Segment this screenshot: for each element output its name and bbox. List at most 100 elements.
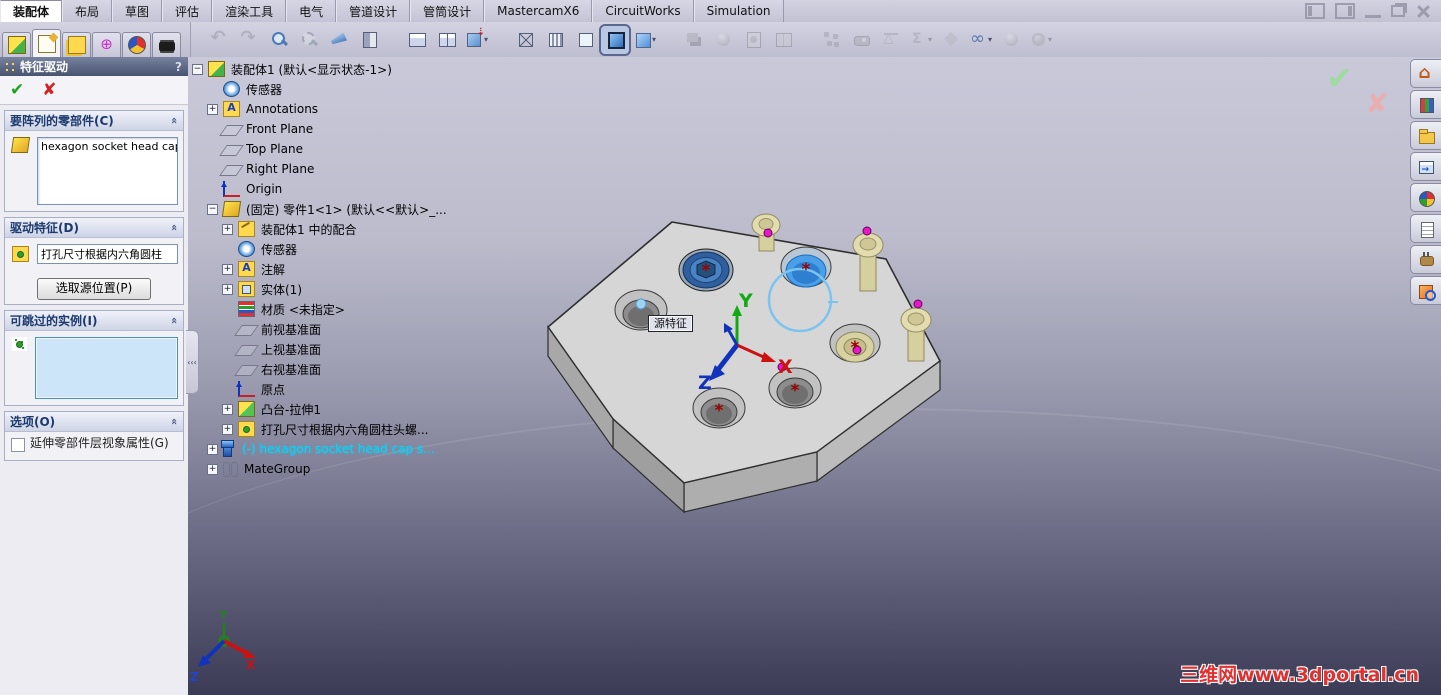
- cancel-button[interactable]: ✘: [42, 82, 56, 99]
- tree-item[interactable]: Origin: [192, 179, 522, 199]
- view-settings-button[interactable]: ▾: [967, 26, 995, 54]
- tree-item[interactable]: + MateGroup: [192, 459, 522, 479]
- tree-item[interactable]: 右视基准面: [192, 359, 522, 379]
- group-instances-caption[interactable]: 可跳过的实例(I) «: [5, 311, 183, 331]
- group-options-caption[interactable]: 选项(O) «: [5, 412, 183, 432]
- expander-plus-icon[interactable]: +: [222, 283, 233, 295]
- plate-body[interactable]: [546, 221, 942, 514]
- tree-item[interactable]: 传感器: [192, 239, 522, 259]
- task-pane-tab-assembly-visualization[interactable]: [1410, 276, 1441, 305]
- components-listbox[interactable]: hexagon socket head cap s: [37, 137, 178, 205]
- menu-tab-routing-pipe[interactable]: 管道设计: [336, 0, 411, 22]
- view-settings-dropdown-arrow[interactable]: ▾: [988, 35, 992, 44]
- panel-tab-featuremanager[interactable]: [2, 32, 31, 57]
- expander-plus-icon[interactable]: +: [207, 443, 218, 455]
- tree-item[interactable]: + 装配体1 中的配合: [192, 219, 522, 239]
- expander-minus-icon[interactable]: −: [192, 63, 203, 75]
- menu-tab-simulation[interactable]: Simulation: [693, 0, 784, 22]
- expander-minus-icon[interactable]: −: [207, 203, 218, 215]
- panel-tab-propertymanager[interactable]: [32, 29, 61, 57]
- task-pane-tab-circuitworks-pane[interactable]: [1410, 245, 1441, 274]
- expander-plus-icon[interactable]: +: [207, 463, 218, 475]
- tree-item[interactable]: + 注解: [192, 259, 522, 279]
- collapse-chevron-icon[interactable]: «: [168, 317, 181, 324]
- tree-item[interactable]: + Annotations: [192, 99, 522, 119]
- menu-tab-routing-tube[interactable]: 管筒设计: [410, 0, 485, 22]
- menu-tab-render-tools[interactable]: 渲染工具: [212, 0, 287, 22]
- tree-item[interactable]: + 实体(1): [192, 279, 522, 299]
- collapse-chevron-icon[interactable]: «: [168, 418, 181, 425]
- dock-left-button[interactable]: [1305, 3, 1325, 19]
- shadows-in-shaded-mode-button: [679, 26, 707, 54]
- viewport-single-button[interactable]: [403, 26, 431, 54]
- tree-item[interactable]: 前视基准面: [192, 319, 522, 339]
- panel-tab-displaymanager[interactable]: [122, 32, 151, 57]
- assembly-statistics-dropdown-arrow[interactable]: ▾: [928, 35, 932, 44]
- skip-instances-listbox[interactable]: [35, 337, 178, 399]
- shaded-dropdown-arrow[interactable]: ▾: [652, 35, 656, 44]
- wireframe-button[interactable]: [511, 26, 539, 54]
- collapse-chevron-icon[interactable]: «: [168, 224, 181, 231]
- tree-item[interactable]: 传感器: [192, 79, 522, 99]
- close-button[interactable]: [1415, 5, 1431, 17]
- menu-tab-evaluate[interactable]: 评估: [162, 0, 213, 22]
- tree-item[interactable]: − 装配体1 (默认<显示状态-1>): [192, 59, 522, 79]
- expander-plus-icon[interactable]: +: [222, 223, 233, 235]
- viewport-split-button[interactable]: [433, 26, 461, 54]
- menu-tab-layout[interactable]: 布局: [62, 0, 113, 22]
- render-options-dropdown-arrow[interactable]: ▾: [1048, 35, 1052, 44]
- tree-item-label: 装配体1 中的配合: [261, 222, 357, 237]
- group-components-caption[interactable]: 要阵列的零部件(C) «: [5, 111, 183, 131]
- dock-right-button[interactable]: [1335, 3, 1355, 19]
- help-icon[interactable]: ?: [175, 60, 184, 74]
- panel-tab-configurationmanager[interactable]: [62, 32, 91, 57]
- expander-plus-icon[interactable]: +: [222, 263, 233, 275]
- task-pane-tab-custom-properties[interactable]: [1410, 214, 1441, 243]
- panel-tab-add-ins[interactable]: [152, 32, 181, 57]
- task-pane-tab-file-explorer[interactable]: [1410, 121, 1441, 150]
- zoom-to-fit-button[interactable]: [265, 26, 293, 54]
- viewport-cancel-button[interactable]: ✘: [1366, 87, 1389, 120]
- tree-item[interactable]: + (-) hexagon socket head cap s...: [192, 439, 522, 459]
- task-pane-tab-solidworks-resources[interactable]: [1410, 59, 1441, 88]
- ok-button[interactable]: ✔: [10, 82, 24, 99]
- panel-tab-dimxpertmanager[interactable]: [92, 32, 121, 57]
- collapse-chevron-icon[interactable]: «: [168, 117, 181, 124]
- previous-view-button[interactable]: [325, 26, 353, 54]
- tree-item[interactable]: − (固定) 零件1<1> (默认<<默认>_...: [192, 199, 522, 219]
- expander-plus-icon[interactable]: +: [222, 423, 233, 435]
- apply-scene-button[interactable]: ▾: [463, 26, 491, 54]
- group-driving-caption[interactable]: 驱动特征(D) «: [5, 218, 183, 238]
- menu-tab-mastercam[interactable]: MastercamX6: [484, 0, 593, 22]
- tree-item[interactable]: 原点: [192, 379, 522, 399]
- menu-tab-assembly[interactable]: 装配体: [0, 0, 63, 22]
- tree-item[interactable]: Right Plane: [192, 159, 522, 179]
- hidden-lines-removed-button[interactable]: [571, 26, 599, 54]
- shaded-button[interactable]: ▾: [631, 26, 659, 54]
- task-pane-tab-design-library[interactable]: [1410, 90, 1441, 119]
- select-source-position-button[interactable]: 选取源位置(P): [37, 278, 151, 300]
- propagate-visual-properties-checkbox[interactable]: [11, 438, 25, 452]
- driving-feature-field[interactable]: 打孔尺寸根据内六角圆柱: [37, 244, 178, 264]
- menu-tab-sketch[interactable]: 草图: [112, 0, 163, 22]
- menu-tab-circuitworks[interactable]: CircuitWorks: [592, 0, 694, 22]
- tree-item[interactable]: Front Plane: [192, 119, 522, 139]
- section-view-button[interactable]: [355, 26, 383, 54]
- tree-item[interactable]: Top Plane: [192, 139, 522, 159]
- expander-plus-icon[interactable]: +: [222, 403, 233, 415]
- minimize-button[interactable]: [1365, 5, 1381, 18]
- tree-item[interactable]: 上视基准面: [192, 339, 522, 359]
- panel-collapse-handle[interactable]: ‹‹‹: [186, 330, 199, 394]
- menu-tab-electrical[interactable]: 电气: [286, 0, 337, 22]
- task-pane-tab-view-palette[interactable]: [1410, 152, 1441, 181]
- expander-plus-icon[interactable]: +: [207, 103, 218, 115]
- tree-item[interactable]: + 打孔尺寸根据内六角圆柱头螺...: [192, 419, 522, 439]
- shaded-with-edges-button[interactable]: [599, 23, 631, 56]
- viewport-ok-button[interactable]: ✔: [1326, 59, 1353, 97]
- restore-button[interactable]: [1391, 5, 1405, 17]
- task-pane-tab-appearances-scenes[interactable]: [1410, 183, 1441, 212]
- hidden-lines-visible-button[interactable]: [541, 26, 569, 54]
- graphics-viewport[interactable]: * * * * * Y X Z X Y Z − 装配体1 (默认<显示状态-1>…: [188, 57, 1441, 695]
- tree-item[interactable]: 材质 <未指定>: [192, 299, 522, 319]
- tree-item[interactable]: + 凸台-拉伸1: [192, 399, 522, 419]
